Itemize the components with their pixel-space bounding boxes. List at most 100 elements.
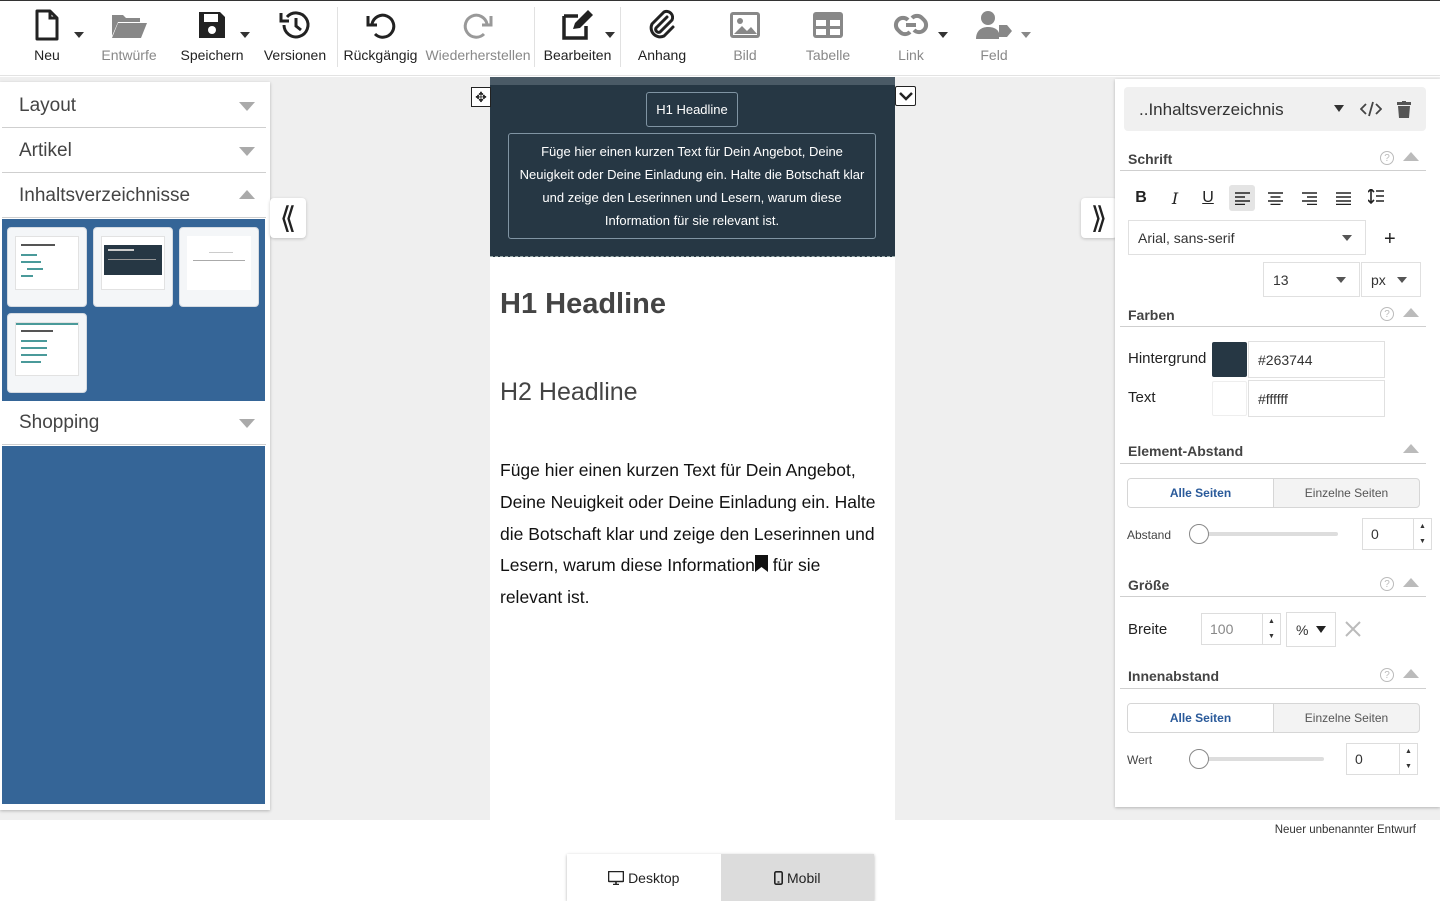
spacing-slider-track[interactable]: [1195, 532, 1338, 536]
desktop-monitor-icon: [608, 870, 625, 885]
spacing-input[interactable]: 0 ▲ ▼: [1362, 518, 1432, 550]
spacing-slider-thumb[interactable]: [1189, 524, 1209, 544]
field-dropdown-caret-icon[interactable]: [1021, 32, 1031, 38]
toc-template-thumbnail-4[interactable]: [7, 313, 87, 393]
clear-width-close-icon[interactable]: [1344, 620, 1362, 643]
accordion-layout[interactable]: Layout: [2, 84, 266, 128]
link-dropdown-caret-icon[interactable]: [938, 32, 948, 38]
trash-icon[interactable]: [1397, 101, 1411, 123]
table-button[interactable]: Tabelle: [806, 7, 850, 69]
chevron-up-icon: [239, 190, 255, 199]
accordion-artikel[interactable]: Artikel: [2, 129, 266, 173]
width-unit-select[interactable]: %: [1286, 612, 1336, 647]
save-dropdown-caret-icon[interactable]: [240, 32, 250, 38]
divider: [1120, 463, 1426, 464]
padding-all-sides-tab[interactable]: Alle Seiten: [1128, 704, 1274, 732]
collapse-left-panel-button[interactable]: ⟪: [270, 198, 306, 238]
padding-single-sides-tab[interactable]: Einzelne Seiten: [1274, 704, 1419, 732]
redo-button[interactable]: Wiederherstellen: [425, 7, 531, 69]
edit-button[interactable]: Bearbeiten: [544, 7, 611, 69]
attachment-button[interactable]: Anhang: [638, 7, 686, 69]
add-font-plus-icon[interactable]: +: [1384, 228, 1396, 251]
align-center-button[interactable]: [1262, 185, 1288, 211]
accordion-shopping[interactable]: Shopping: [2, 401, 266, 445]
drafts-button[interactable]: Entwürfe: [100, 7, 158, 69]
divider: [1120, 688, 1426, 689]
canvas-h1-headline[interactable]: H1 Headline: [500, 288, 666, 321]
font-size-select[interactable]: 13: [1263, 262, 1360, 297]
canvas-h2-headline[interactable]: H2 Headline: [500, 378, 638, 407]
underline-button[interactable]: U: [1195, 185, 1221, 211]
spin-down-icon[interactable]: ▼: [1399, 759, 1417, 774]
background-color-swatch[interactable]: [1212, 342, 1247, 377]
spin-up-icon[interactable]: ▲: [1413, 519, 1431, 534]
mobile-view-button[interactable]: Mobil: [720, 854, 874, 901]
save-button[interactable]: Speichern: [180, 7, 244, 69]
padding-input[interactable]: 0 ▲ ▼: [1346, 743, 1418, 775]
undo-button[interactable]: Rückgängig: [344, 7, 417, 69]
spin-up-icon[interactable]: ▲: [1262, 614, 1280, 629]
line-height-button[interactable]: [1363, 183, 1389, 209]
italic-button[interactable]: I: [1162, 185, 1188, 211]
versions-button[interactable]: Versionen: [264, 7, 326, 69]
collapse-font-section-icon[interactable]: [1403, 152, 1419, 161]
shopping-panel-body: [2, 446, 265, 804]
paperclip-icon: [647, 7, 677, 43]
text-color-input[interactable]: #ffffff: [1248, 380, 1385, 417]
colors-section-title: Farben: [1128, 307, 1175, 323]
spin-down-icon[interactable]: ▼: [1262, 629, 1280, 644]
spacing-all-sides-tab[interactable]: Alle Seiten: [1128, 479, 1274, 507]
help-icon[interactable]: ?: [1380, 151, 1394, 165]
toc-link-headline[interactable]: H1 Headline: [646, 92, 738, 127]
collapse-size-section-icon[interactable]: [1403, 578, 1419, 587]
accordion-inhaltsverzeichnisse[interactable]: Inhaltsverzeichnisse: [2, 174, 266, 218]
collapse-padding-section-icon[interactable]: [1403, 669, 1419, 678]
toc-template-thumbnail-3[interactable]: [179, 227, 259, 307]
padding-slider-track[interactable]: [1195, 757, 1324, 761]
align-justify-button[interactable]: [1330, 185, 1356, 211]
toc-templates-panel: [2, 219, 265, 401]
block-options-chevron-icon[interactable]: [895, 86, 916, 106]
help-icon[interactable]: ?: [1380, 668, 1394, 682]
width-input[interactable]: 100 ▲ ▼: [1201, 613, 1281, 645]
edit-dropdown-caret-icon[interactable]: [605, 32, 615, 38]
size-section-title: Größe: [1128, 577, 1170, 593]
align-left-button[interactable]: [1229, 185, 1255, 211]
edit-pencil-icon: [561, 7, 595, 43]
help-icon[interactable]: ?: [1380, 577, 1394, 591]
collapse-colors-section-icon[interactable]: [1403, 308, 1419, 317]
new-button[interactable]: Neu: [31, 7, 63, 69]
font-family-select[interactable]: Arial, sans-serif: [1128, 220, 1366, 255]
align-right-icon: [1301, 191, 1317, 205]
code-icon[interactable]: [1359, 100, 1383, 123]
new-dropdown-caret-icon[interactable]: [74, 32, 84, 38]
align-right-button[interactable]: [1296, 185, 1322, 211]
toc-link-text[interactable]: Füge hier einen kurzen Text für Dein Ang…: [508, 133, 876, 239]
bold-button[interactable]: B: [1128, 185, 1154, 211]
toolbar-separator: [620, 7, 621, 67]
font-unit-select[interactable]: px: [1361, 262, 1421, 297]
link-button[interactable]: Link: [891, 7, 931, 69]
text-color-swatch[interactable]: [1212, 381, 1247, 416]
collapse-spacing-section-icon[interactable]: [1403, 444, 1419, 453]
selected-block-bar: [490, 77, 895, 85]
toc-template-thumbnail-1[interactable]: [7, 227, 87, 307]
image-button[interactable]: Bild: [727, 7, 763, 69]
spacing-single-sides-tab[interactable]: Einzelne Seiten: [1274, 479, 1419, 507]
field-button[interactable]: Feld: [975, 7, 1013, 69]
padding-slider-thumb[interactable]: [1189, 749, 1209, 769]
desktop-view-button[interactable]: Desktop: [567, 854, 721, 901]
background-color-input[interactable]: #263744: [1248, 341, 1385, 378]
help-icon[interactable]: ?: [1380, 307, 1394, 321]
new-document-icon: [34, 7, 60, 43]
canvas-paragraph[interactable]: Füge hier einen kurzen Text für Dein Ang…: [500, 455, 880, 614]
spin-up-icon[interactable]: ▲: [1399, 744, 1417, 759]
chevron-down-icon: [239, 102, 255, 111]
element-select-caret-icon[interactable]: [1334, 105, 1344, 112]
move-handle-icon[interactable]: ✥: [471, 87, 491, 107]
floppy-disk-icon: [197, 7, 227, 43]
toc-template-thumbnail-2[interactable]: [93, 227, 173, 307]
collapse-right-panel-button[interactable]: ⟫: [1081, 198, 1117, 238]
redo-icon: [462, 7, 494, 43]
spin-down-icon[interactable]: ▼: [1413, 534, 1431, 549]
